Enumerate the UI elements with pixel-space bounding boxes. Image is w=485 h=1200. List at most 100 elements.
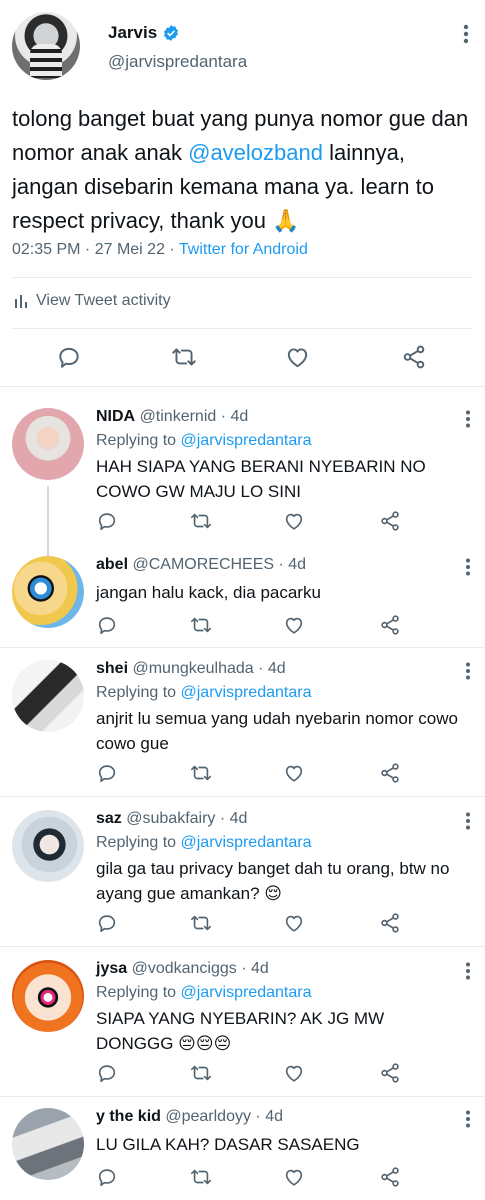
- divider: [0, 386, 485, 387]
- like-icon[interactable]: [283, 614, 305, 636]
- reply-avatar[interactable]: [12, 556, 84, 628]
- reply-avatar[interactable]: [12, 408, 84, 480]
- reply-icon[interactable]: [96, 1062, 118, 1084]
- replying-to-link[interactable]: @jarvispredantara: [181, 684, 312, 701]
- replying-to-link[interactable]: @jarvispredantara: [181, 984, 312, 1001]
- like-icon[interactable]: [283, 912, 305, 934]
- reply-author-name[interactable]: jysa: [96, 960, 127, 977]
- reply-actions: [96, 1062, 476, 1088]
- reply-author-handle[interactable]: @subakfairy: [126, 810, 215, 827]
- reply-author-name[interactable]: abel: [96, 556, 128, 573]
- tweet-meta: 02:35 PM · 27 Mei 22 · Twitter for Andro…: [12, 241, 308, 259]
- reply-avatar[interactable]: [12, 810, 84, 882]
- more-vertical-icon[interactable]: [463, 24, 469, 44]
- replying-to-label: Replying to: [96, 684, 181, 701]
- retweet-icon[interactable]: [189, 1166, 213, 1188]
- divider: [0, 796, 485, 797]
- reply-text: jangan halu kack, dia pacarku: [96, 583, 321, 602]
- retweet-icon[interactable]: [170, 344, 198, 370]
- reply-icon[interactable]: [96, 762, 118, 784]
- like-icon[interactable]: [284, 344, 311, 370]
- like-icon[interactable]: [283, 1166, 305, 1188]
- share-icon[interactable]: [379, 510, 401, 532]
- reply-author-handle[interactable]: @pearldoyy: [165, 1108, 251, 1125]
- reply-header: NIDA @tinkernid · 4d: [96, 408, 248, 426]
- replying-to: Replying to @jarvispredantara: [96, 432, 311, 450]
- reply-text: gila ga tau privacy banget dah tu orang,…: [96, 859, 450, 903]
- more-vertical-icon[interactable]: [465, 558, 471, 576]
- tweet-actions: [0, 340, 485, 376]
- reply-age: · 4d: [216, 408, 249, 425]
- author-avatar[interactable]: [12, 12, 80, 80]
- reply-text: SIAPA YANG NYEBARIN? AK JG MW DONGGG 😔😔😔: [96, 1009, 385, 1053]
- reply-author-name[interactable]: NIDA: [96, 408, 135, 425]
- reply-actions: [96, 1166, 476, 1192]
- reply-author-name[interactable]: shei: [96, 660, 128, 677]
- reply-author-handle[interactable]: @mungkeulhada: [132, 660, 253, 677]
- more-vertical-icon[interactable]: [465, 410, 471, 428]
- reply-author-handle[interactable]: @CAMORECHEES: [132, 556, 274, 573]
- divider: [0, 946, 485, 947]
- reply-icon[interactable]: [96, 912, 118, 934]
- reply-header: jysa @vodkanciggs · 4d: [96, 960, 269, 978]
- reply-text: anjrit lu semua yang udah nyebarin nomor…: [96, 709, 458, 753]
- meta-separator: ·: [80, 241, 95, 258]
- replying-to-link[interactable]: @jarvispredantara: [181, 834, 312, 851]
- reply-header: shei @mungkeulhada · 4d: [96, 660, 286, 678]
- reply-author-name[interactable]: y the kid: [96, 1108, 161, 1125]
- reply-avatar[interactable]: [12, 660, 84, 732]
- verified-badge-icon: [162, 24, 180, 42]
- reply-icon[interactable]: [56, 344, 82, 370]
- view-tweet-activity-label[interactable]: View Tweet activity: [36, 292, 171, 310]
- like-icon[interactable]: [283, 1062, 305, 1084]
- replying-to-label: Replying to: [96, 984, 181, 1001]
- reply-icon[interactable]: [96, 510, 118, 532]
- replying-to-label: Replying to: [96, 834, 181, 851]
- reply-author-handle[interactable]: @vodkanciggs: [132, 960, 237, 977]
- reply-header: saz @subakfairy · 4d: [96, 810, 247, 828]
- reply-avatar[interactable]: [12, 960, 84, 1032]
- share-icon[interactable]: [401, 344, 427, 370]
- author-name[interactable]: Jarvis: [108, 23, 157, 43]
- tweet-text: tolong banget buat yang punya nomor gue …: [12, 102, 472, 238]
- reply-actions: [96, 762, 476, 788]
- reply-text: LU GILA KAH? DASAR SASAENG: [96, 1135, 360, 1154]
- more-vertical-icon[interactable]: [465, 1110, 471, 1128]
- like-icon[interactable]: [283, 762, 305, 784]
- retweet-icon[interactable]: [189, 1062, 213, 1084]
- share-icon[interactable]: [379, 1166, 401, 1188]
- like-icon[interactable]: [283, 510, 305, 532]
- divider: [0, 1096, 485, 1097]
- author-handle[interactable]: @jarvispredantara: [108, 52, 247, 72]
- more-vertical-icon[interactable]: [465, 962, 471, 980]
- reply-actions: [96, 510, 476, 536]
- mention-link[interactable]: @avelozband: [188, 140, 323, 165]
- reply-author-name[interactable]: saz: [96, 810, 122, 827]
- reply-age: · 4d: [215, 810, 248, 827]
- share-icon[interactable]: [379, 912, 401, 934]
- bar-chart-icon: [14, 293, 28, 309]
- retweet-icon[interactable]: [189, 762, 213, 784]
- meta-separator: ·: [164, 241, 179, 258]
- reply-age: · 4d: [253, 660, 286, 677]
- reply-header: abel @CAMORECHEES · 4d: [96, 556, 306, 574]
- reply-avatar[interactable]: [12, 1108, 84, 1180]
- divider: [12, 277, 473, 278]
- more-vertical-icon[interactable]: [465, 662, 471, 680]
- author-name-row[interactable]: Jarvis: [108, 23, 180, 43]
- tweet-date[interactable]: 27 Mei 22: [95, 241, 165, 258]
- replying-to-link[interactable]: @jarvispredantara: [181, 432, 312, 449]
- retweet-icon[interactable]: [189, 912, 213, 934]
- share-icon[interactable]: [379, 762, 401, 784]
- retweet-icon[interactable]: [189, 510, 213, 532]
- retweet-icon[interactable]: [189, 614, 213, 636]
- reply-author-handle[interactable]: @tinkernid: [140, 408, 217, 425]
- share-icon[interactable]: [379, 1062, 401, 1084]
- tweet-source-link[interactable]: Twitter for Android: [179, 241, 308, 258]
- view-tweet-activity[interactable]: View Tweet activity: [14, 292, 171, 310]
- more-vertical-icon[interactable]: [465, 812, 471, 830]
- share-icon[interactable]: [379, 614, 401, 636]
- reply-icon[interactable]: [96, 614, 118, 636]
- reply-actions: [96, 614, 476, 640]
- reply-icon[interactable]: [96, 1166, 118, 1188]
